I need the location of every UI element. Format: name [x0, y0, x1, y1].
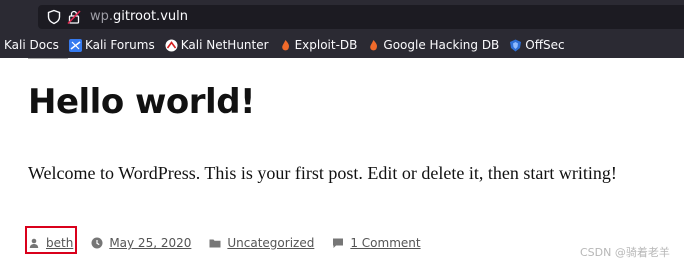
- folder-icon: [209, 239, 221, 248]
- date-link[interactable]: May 25, 2020: [109, 236, 191, 250]
- url-host: gitroot.vuln: [113, 9, 188, 24]
- bookmark-label: Kali NetHunter: [180, 38, 269, 52]
- bookmark-kali-nethunter[interactable]: Kali NetHunter: [165, 34, 269, 56]
- bookmark-offsec[interactable]: OffSec: [509, 34, 565, 56]
- nethunter-icon: [165, 39, 178, 51]
- bookmark-kali-forums[interactable]: Kali Forums: [68, 34, 155, 56]
- bookmarks-toolbar: Kali Docs Kali Forums Kali NetHunter Exp…: [0, 34, 575, 56]
- clock-icon: [91, 237, 103, 249]
- divider: [28, 58, 68, 59]
- watermark: CSDN @骑着老羊: [580, 246, 670, 259]
- address-bar[interactable]: wp.gitroot.vuln: [38, 5, 684, 29]
- exploit-db-icon: [281, 39, 289, 50]
- page-content: Hello world! Welcome to WordPress. This …: [0, 58, 684, 268]
- post-comments: 1 Comment: [332, 236, 421, 250]
- bookmark-label: Kali Docs: [4, 38, 59, 52]
- tracking-shield-icon[interactable]: [46, 9, 62, 25]
- bookmark-label: Kali Forums: [84, 38, 155, 52]
- url-subdomain: wp.: [90, 9, 114, 24]
- comments-link[interactable]: 1 Comment: [350, 236, 420, 250]
- post-meta: beth May 25, 2020 Uncategorized 1 Commen…: [28, 233, 439, 253]
- bookmark-exploit-db[interactable]: Exploit-DB: [279, 34, 358, 56]
- ghdb-icon: [370, 39, 378, 50]
- post-date: May 25, 2020: [91, 236, 191, 250]
- post-body: Welcome to WordPress. This is your first…: [28, 163, 617, 183]
- post-category: Uncategorized: [209, 236, 314, 250]
- author-highlight-box: [25, 226, 77, 254]
- bookmark-label: OffSec: [525, 38, 565, 52]
- post-title[interactable]: Hello world!: [28, 80, 256, 124]
- bookmark-kali-docs[interactable]: Kali Docs: [4, 34, 59, 56]
- url-text[interactable]: wp.gitroot.vuln: [90, 8, 188, 26]
- comment-icon: [333, 238, 344, 248]
- category-link[interactable]: Uncategorized: [227, 236, 314, 250]
- offsec-icon: [510, 39, 522, 51]
- bookmark-label: Google Hacking DB: [383, 38, 500, 52]
- browser-chrome: wp.gitroot.vuln Kali Docs Kali Forums Ka…: [0, 0, 684, 58]
- bookmark-google-hacking-db[interactable]: Google Hacking DB: [367, 34, 499, 56]
- insecure-lock-icon[interactable]: [66, 9, 82, 25]
- kali-forums-icon: [68, 38, 82, 52]
- bookmark-label: Exploit-DB: [294, 38, 358, 52]
